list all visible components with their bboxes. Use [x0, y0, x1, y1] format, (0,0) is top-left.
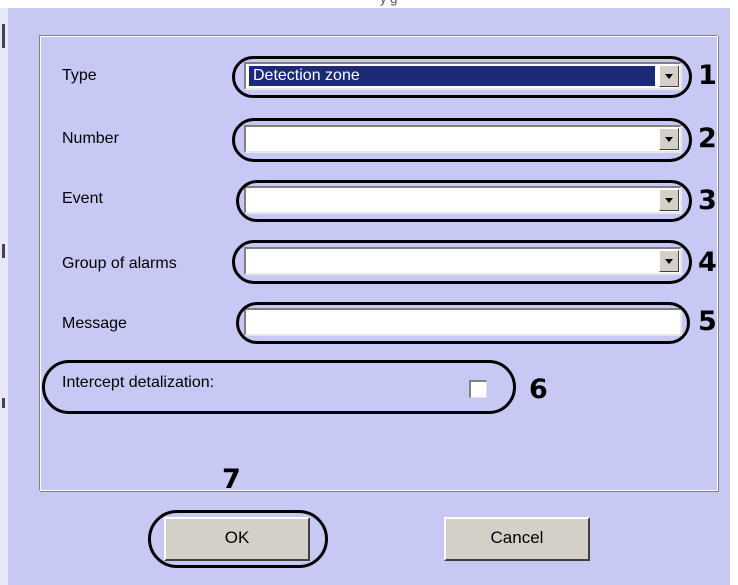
number-label: Number — [62, 130, 119, 147]
callout-ring — [232, 240, 692, 284]
callout-number: 5 — [698, 306, 717, 337]
callout-number: 4 — [698, 247, 717, 278]
callout-number: 2 — [698, 123, 717, 154]
cancel-button[interactable]: Cancel — [444, 517, 590, 561]
callout-number: 3 — [698, 185, 717, 216]
callout-ring — [232, 118, 692, 162]
event-label: Event — [62, 190, 103, 207]
edge-mark — [2, 398, 5, 408]
edge-mark — [2, 244, 5, 258]
callout-ring — [232, 56, 692, 98]
group-of-alarms-label: Group of alarms — [62, 255, 177, 272]
callout-number: 1 — [698, 60, 717, 91]
type-label: Type — [62, 67, 97, 84]
message-label: Message — [62, 315, 127, 332]
callout-ring — [42, 360, 516, 414]
callout-ring — [236, 180, 692, 222]
callout-ring — [236, 302, 690, 344]
callout-number: 6 — [529, 374, 548, 405]
callout-ring — [148, 510, 328, 568]
cropped-caption: y g — [380, 0, 397, 6]
callout-number: 7 — [222, 464, 241, 495]
edge-mark — [2, 24, 5, 48]
top-strip: y g — [0, 0, 738, 8]
